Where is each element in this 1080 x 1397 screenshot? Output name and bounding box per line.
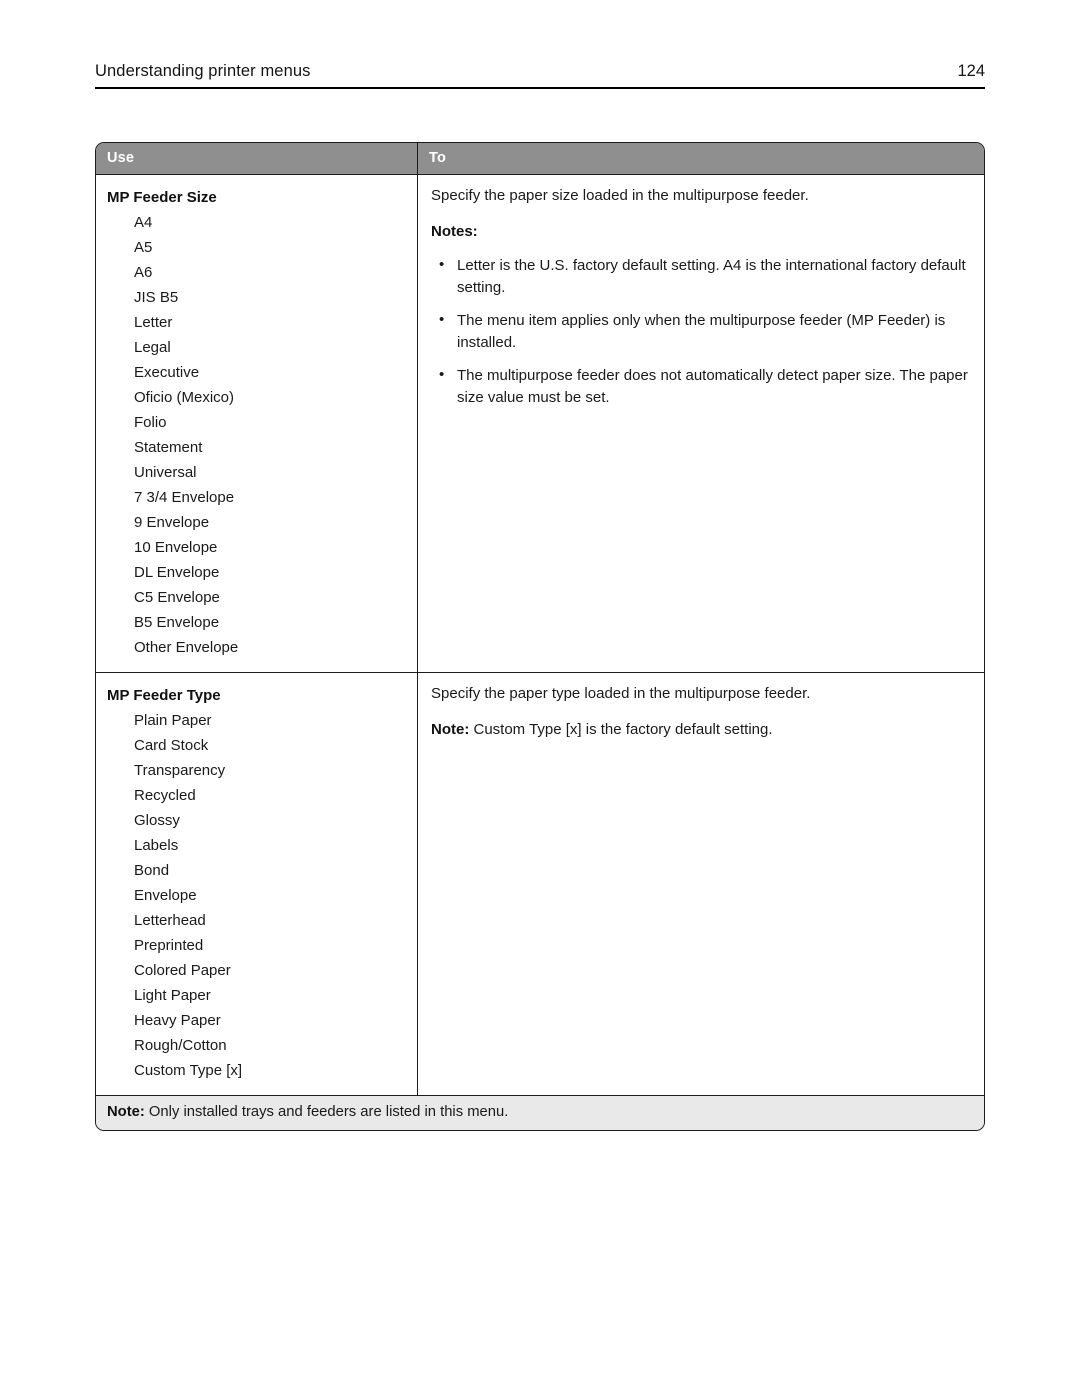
list-item: Custom Type [x] — [134, 1062, 243, 1079]
page-running-header: Understanding printer menus 124 — [95, 62, 985, 89]
list-item: Recycled — [134, 787, 196, 804]
list-item: C5 Envelope — [134, 589, 220, 606]
note-text: Custom Type [x] is the factory default s… — [469, 721, 773, 738]
list-item: Rough/Cotton — [134, 1037, 227, 1054]
list-item: Statement — [134, 439, 203, 456]
list-item: Universal — [134, 464, 197, 481]
list-item: A6 — [134, 264, 153, 281]
list-item: Other Envelope — [134, 639, 239, 656]
table-row: MP Feeder Type Plain Paper Card Stock Tr… — [96, 672, 984, 1095]
list-item: Oficio (Mexico) — [134, 389, 235, 406]
list-item: 9 Envelope — [134, 514, 210, 531]
option-list-mp-feeder-size: A4 A5 A6 JIS B5 Letter Legal Executive O… — [107, 210, 407, 660]
footnote-label: Note: — [107, 1104, 145, 1120]
list-item: A5 — [134, 239, 153, 256]
list-item: Preprinted — [134, 937, 204, 954]
option-list-mp-feeder-type: Plain Paper Card Stock Transparency Recy… — [107, 708, 407, 1083]
list-item: Colored Paper — [134, 962, 231, 979]
list-item: Card Stock — [134, 737, 209, 754]
description-cell-mp-feeder-size: Specify the paper size loaded in the mul… — [418, 175, 984, 672]
list-item: JIS B5 — [134, 289, 179, 306]
bullet-icon: • — [439, 366, 445, 383]
list-item: DL Envelope — [134, 564, 220, 581]
list-item: Envelope — [134, 887, 197, 904]
note-text: The multipurpose feeder does not automat… — [457, 367, 968, 406]
page-number: 124 — [957, 62, 985, 80]
note-item: • The menu item applies only when the mu… — [431, 310, 970, 354]
setting-description: Specify the paper type loaded in the mul… — [431, 685, 811, 702]
list-item: 7 3/4 Envelope — [134, 489, 235, 506]
table-row: MP Feeder Size A4 A5 A6 JIS B5 Letter Le… — [96, 174, 984, 672]
notes-label: Notes: — [431, 223, 478, 240]
setting-title: MP Feeder Size — [107, 189, 217, 206]
footnote-text: Only installed trays and feeders are lis… — [144, 1104, 509, 1120]
note-item: • The multipurpose feeder does not autom… — [431, 365, 970, 409]
description-cell-mp-feeder-type: Specify the paper type loaded in the mul… — [418, 673, 984, 1095]
bullet-icon: • — [439, 311, 445, 328]
list-item: Folio — [134, 414, 167, 431]
list-item: Transparency — [134, 762, 226, 779]
list-item: Labels — [134, 837, 179, 854]
note-text: The menu item applies only when the mult… — [457, 312, 946, 351]
list-item: Letter — [134, 314, 173, 331]
setting-cell-mp-feeder-type: MP Feeder Type Plain Paper Card Stock Tr… — [96, 673, 418, 1095]
column-header-use: Use — [96, 143, 418, 174]
list-item: 10 Envelope — [134, 539, 218, 556]
list-item: Executive — [134, 364, 200, 381]
bullet-icon: • — [439, 256, 445, 273]
table-footnote-row: Note: Only installed trays and feeders a… — [96, 1095, 984, 1130]
setting-description: Specify the paper size loaded in the mul… — [431, 187, 809, 204]
printer-menu-table: Use To MP Feeder Size A4 A5 A6 JIS B5 Le… — [95, 142, 985, 1131]
list-item: Glossy — [134, 812, 180, 829]
note-text: Letter is the U.S. factory default setti… — [457, 257, 966, 296]
list-item: Bond — [134, 862, 170, 879]
setting-cell-mp-feeder-size: MP Feeder Size A4 A5 A6 JIS B5 Letter Le… — [96, 175, 418, 672]
notes-list: • Letter is the U.S. factory default set… — [431, 255, 970, 409]
chapter-title: Understanding printer menus — [95, 62, 311, 80]
column-header-to: To — [429, 150, 447, 166]
list-item: Letterhead — [134, 912, 206, 929]
list-item: A4 — [134, 214, 153, 231]
list-item: Legal — [134, 339, 171, 356]
list-item: Light Paper — [134, 987, 211, 1004]
setting-note: Note: Custom Type [x] is the factory def… — [431, 719, 970, 741]
document-page: Understanding printer menus 124 Use To M… — [0, 0, 1080, 1397]
list-item: Heavy Paper — [134, 1012, 221, 1029]
list-item: B5 Envelope — [134, 614, 220, 631]
note-label: Note: — [431, 721, 470, 738]
note-item: • Letter is the U.S. factory default set… — [431, 255, 970, 299]
setting-title: MP Feeder Type — [107, 687, 221, 704]
table-header-row: Use To — [96, 143, 984, 174]
list-item: Plain Paper — [134, 712, 212, 729]
